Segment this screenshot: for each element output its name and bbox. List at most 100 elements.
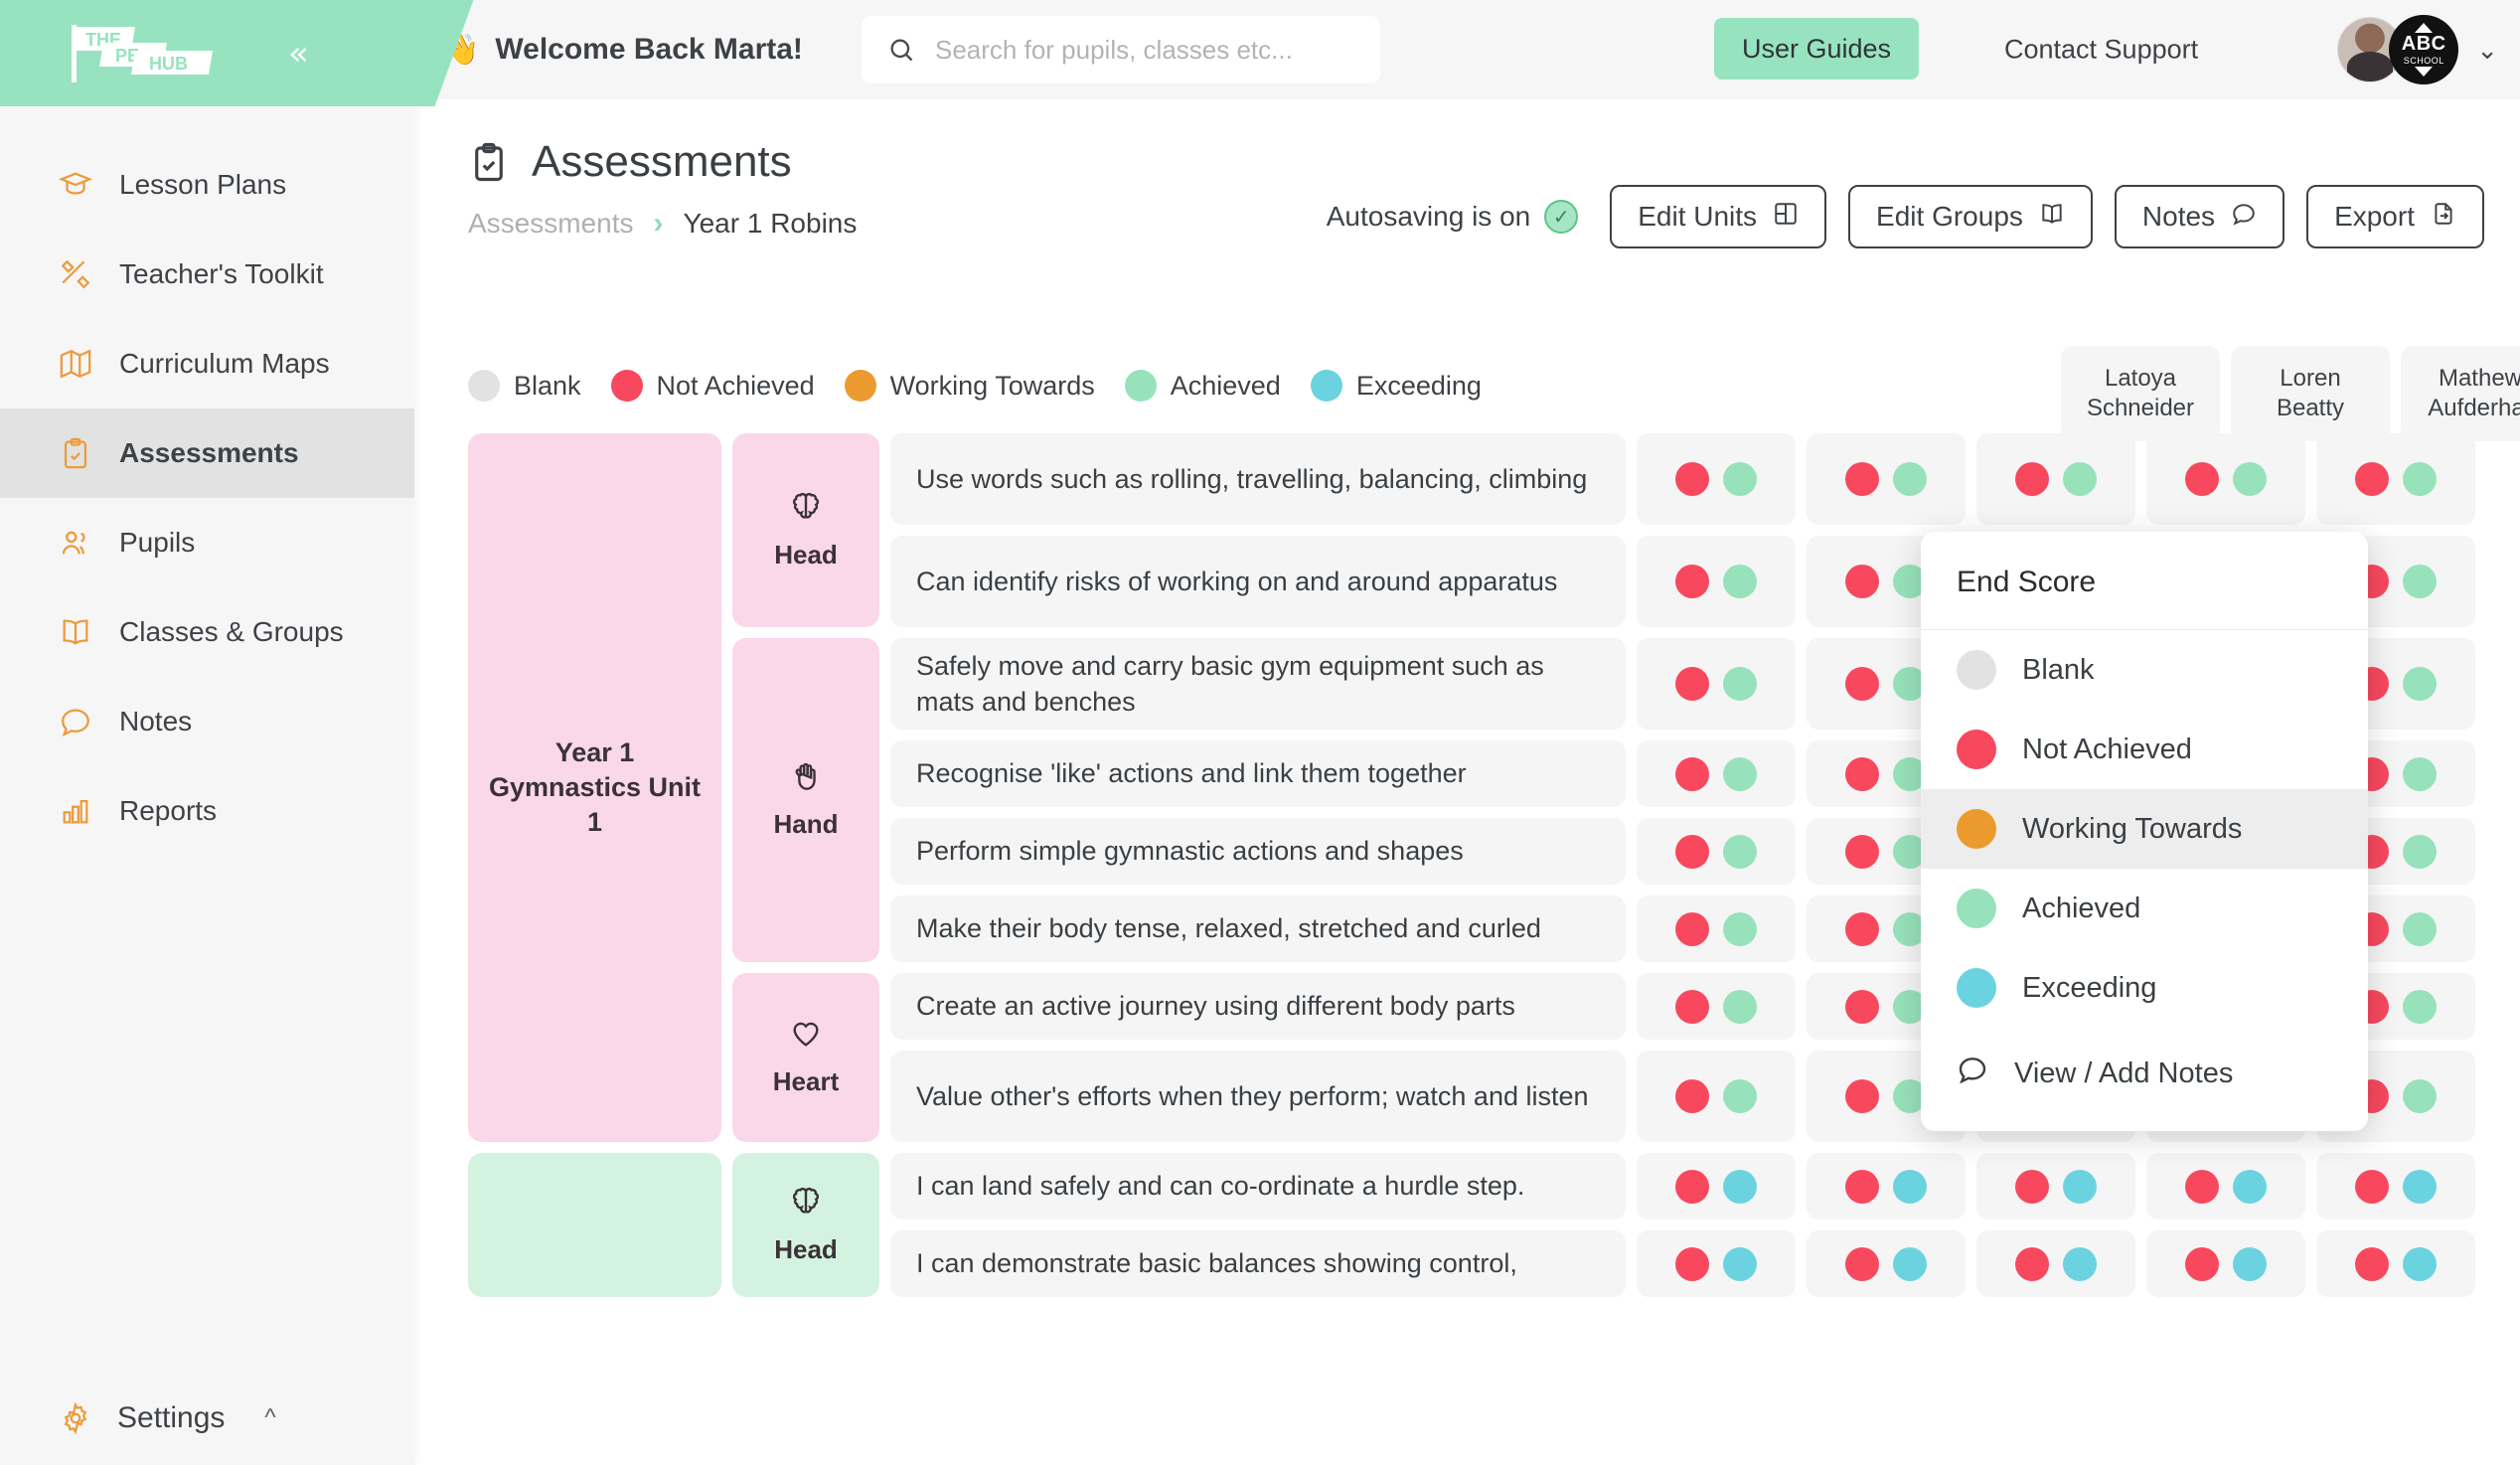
score-cell[interactable] [1637, 638, 1796, 730]
start-score-dot[interactable] [2355, 1170, 2389, 1204]
end-score-dot[interactable] [1723, 1079, 1757, 1113]
score-cell[interactable] [1637, 818, 1796, 885]
start-score-dot[interactable] [1675, 1170, 1709, 1204]
start-score-dot[interactable] [1845, 565, 1879, 598]
breadcrumb-parent[interactable]: Assessments [468, 208, 634, 240]
end-score-dot[interactable] [2063, 1170, 2097, 1204]
school-badge-icon[interactable]: ABC SCHOOL [2389, 15, 2458, 84]
end-score-dot[interactable] [1723, 565, 1757, 598]
score-cell[interactable] [1976, 433, 2135, 525]
score-cell[interactable] [2146, 1153, 2305, 1220]
contact-support-link[interactable]: Contact Support [2004, 35, 2198, 66]
start-score-dot[interactable] [1845, 667, 1879, 701]
start-score-dot[interactable] [2015, 462, 2049, 496]
end-score-dot[interactable] [2403, 667, 2437, 701]
end-score-dot[interactable] [1723, 912, 1757, 946]
user-guides-button[interactable]: User Guides [1714, 18, 1919, 80]
search-input[interactable] [935, 35, 1354, 66]
score-cell[interactable] [2146, 433, 2305, 525]
start-score-dot[interactable] [1845, 1079, 1879, 1113]
end-score-dot[interactable] [2063, 462, 2097, 496]
dropdown-option-not-achieved[interactable]: Not Achieved [1921, 710, 2368, 789]
objective-cell[interactable]: Recognise 'like' actions and link them t… [890, 740, 1626, 807]
score-cell[interactable] [2316, 433, 2475, 525]
end-score-dot[interactable] [2063, 1247, 2097, 1281]
sidebar-item-teachers-toolkit[interactable]: Teacher's Toolkit [0, 230, 414, 319]
score-cell[interactable] [1637, 433, 1796, 525]
start-score-dot[interactable] [1675, 1247, 1709, 1281]
dropdown-option-achieved[interactable]: Achieved [1921, 869, 2368, 948]
end-score-dropdown[interactable]: End Score BlankNot AchievedWorking Towar… [1921, 532, 2368, 1131]
end-score-dot[interactable] [1893, 1170, 1927, 1204]
start-score-dot[interactable] [2185, 462, 2219, 496]
score-cell[interactable] [1807, 1153, 1966, 1220]
end-score-dot[interactable] [1723, 757, 1757, 791]
score-cell[interactable] [1637, 1051, 1796, 1142]
edit-units-button[interactable]: Edit Units [1610, 185, 1826, 248]
edit-groups-button[interactable]: Edit Groups [1848, 185, 2093, 248]
end-score-dot[interactable] [1723, 1247, 1757, 1281]
start-score-dot[interactable] [1675, 757, 1709, 791]
dropdown-option-blank[interactable]: Blank [1921, 630, 2368, 710]
end-score-dot[interactable] [2403, 835, 2437, 869]
start-score-dot[interactable] [1675, 835, 1709, 869]
sidebar-item-classes-groups[interactable]: Classes & Groups [0, 587, 414, 677]
start-score-dot[interactable] [1845, 1170, 1879, 1204]
objective-cell[interactable]: I can demonstrate basic balances showing… [890, 1230, 1626, 1297]
objective-cell[interactable]: Perform simple gymnastic actions and sha… [890, 818, 1626, 885]
score-cell[interactable] [2316, 1153, 2475, 1220]
score-cell[interactable] [1637, 1230, 1796, 1297]
end-score-dot[interactable] [2403, 1247, 2437, 1281]
end-score-dot[interactable] [2403, 757, 2437, 791]
pupil-column-header[interactable]: LorenBeatty [2231, 346, 2390, 441]
dropdown-option-working-towards[interactable]: Working Towards [1921, 789, 2368, 869]
end-score-dot[interactable] [1893, 462, 1927, 496]
objective-cell[interactable]: Safely move and carry basic gym equipmen… [890, 638, 1626, 730]
objective-cell[interactable]: Make their body tense, relaxed, stretche… [890, 895, 1626, 962]
start-score-dot[interactable] [1845, 757, 1879, 791]
score-cell[interactable] [1807, 1230, 1966, 1297]
score-cell[interactable] [1637, 740, 1796, 807]
score-cell[interactable] [1976, 1153, 2135, 1220]
score-cell[interactable] [2146, 1230, 2305, 1297]
start-score-dot[interactable] [1845, 462, 1879, 496]
start-score-dot[interactable] [1845, 835, 1879, 869]
search-box[interactable] [862, 16, 1380, 83]
view-add-notes-option[interactable]: View / Add Notes [1921, 1034, 2368, 1113]
objective-cell[interactable]: I can land safely and can co-ordinate a … [890, 1153, 1626, 1220]
pe-hub-logo-icon[interactable]: THE PE HUB [64, 21, 223, 86]
sidebar-item-lesson-plans[interactable]: Lesson Plans [0, 140, 414, 230]
score-cell[interactable] [1976, 1230, 2135, 1297]
end-score-dot[interactable] [2233, 462, 2267, 496]
sidebar-item-assessments[interactable]: Assessments [0, 408, 414, 498]
end-score-dot[interactable] [1723, 835, 1757, 869]
export-button[interactable]: Export [2306, 185, 2484, 248]
end-score-dot[interactable] [2233, 1170, 2267, 1204]
objective-cell[interactable]: Can identify risks of working on and aro… [890, 536, 1626, 627]
start-score-dot[interactable] [1675, 912, 1709, 946]
end-score-dot[interactable] [1723, 990, 1757, 1024]
pupil-column-header[interactable]: MathewAufderhar [2401, 346, 2520, 441]
pupil-column-header[interactable]: LatoyaSchneider [2061, 346, 2220, 441]
start-score-dot[interactable] [1845, 990, 1879, 1024]
end-score-dot[interactable] [2403, 912, 2437, 946]
end-score-dot[interactable] [2233, 1247, 2267, 1281]
start-score-dot[interactable] [1845, 1247, 1879, 1281]
end-score-dot[interactable] [1893, 1247, 1927, 1281]
start-score-dot[interactable] [2355, 1247, 2389, 1281]
start-score-dot[interactable] [2355, 462, 2389, 496]
end-score-dot[interactable] [1723, 667, 1757, 701]
end-score-dot[interactable] [1723, 1170, 1757, 1204]
sidebar-item-pupils[interactable]: Pupils [0, 498, 414, 587]
objective-cell[interactable]: Create an active journey using different… [890, 973, 1626, 1040]
score-cell[interactable] [1637, 1153, 1796, 1220]
score-cell[interactable] [1637, 536, 1796, 627]
start-score-dot[interactable] [2015, 1247, 2049, 1281]
score-cell[interactable] [2316, 1230, 2475, 1297]
objective-cell[interactable]: Use words such as rolling, travelling, b… [890, 433, 1626, 525]
start-score-dot[interactable] [1845, 912, 1879, 946]
start-score-dot[interactable] [1675, 1079, 1709, 1113]
notes-button[interactable]: Notes [2115, 185, 2284, 248]
sidebar-item-settings[interactable]: Settings ^ [0, 1372, 414, 1465]
end-score-dot[interactable] [2403, 990, 2437, 1024]
